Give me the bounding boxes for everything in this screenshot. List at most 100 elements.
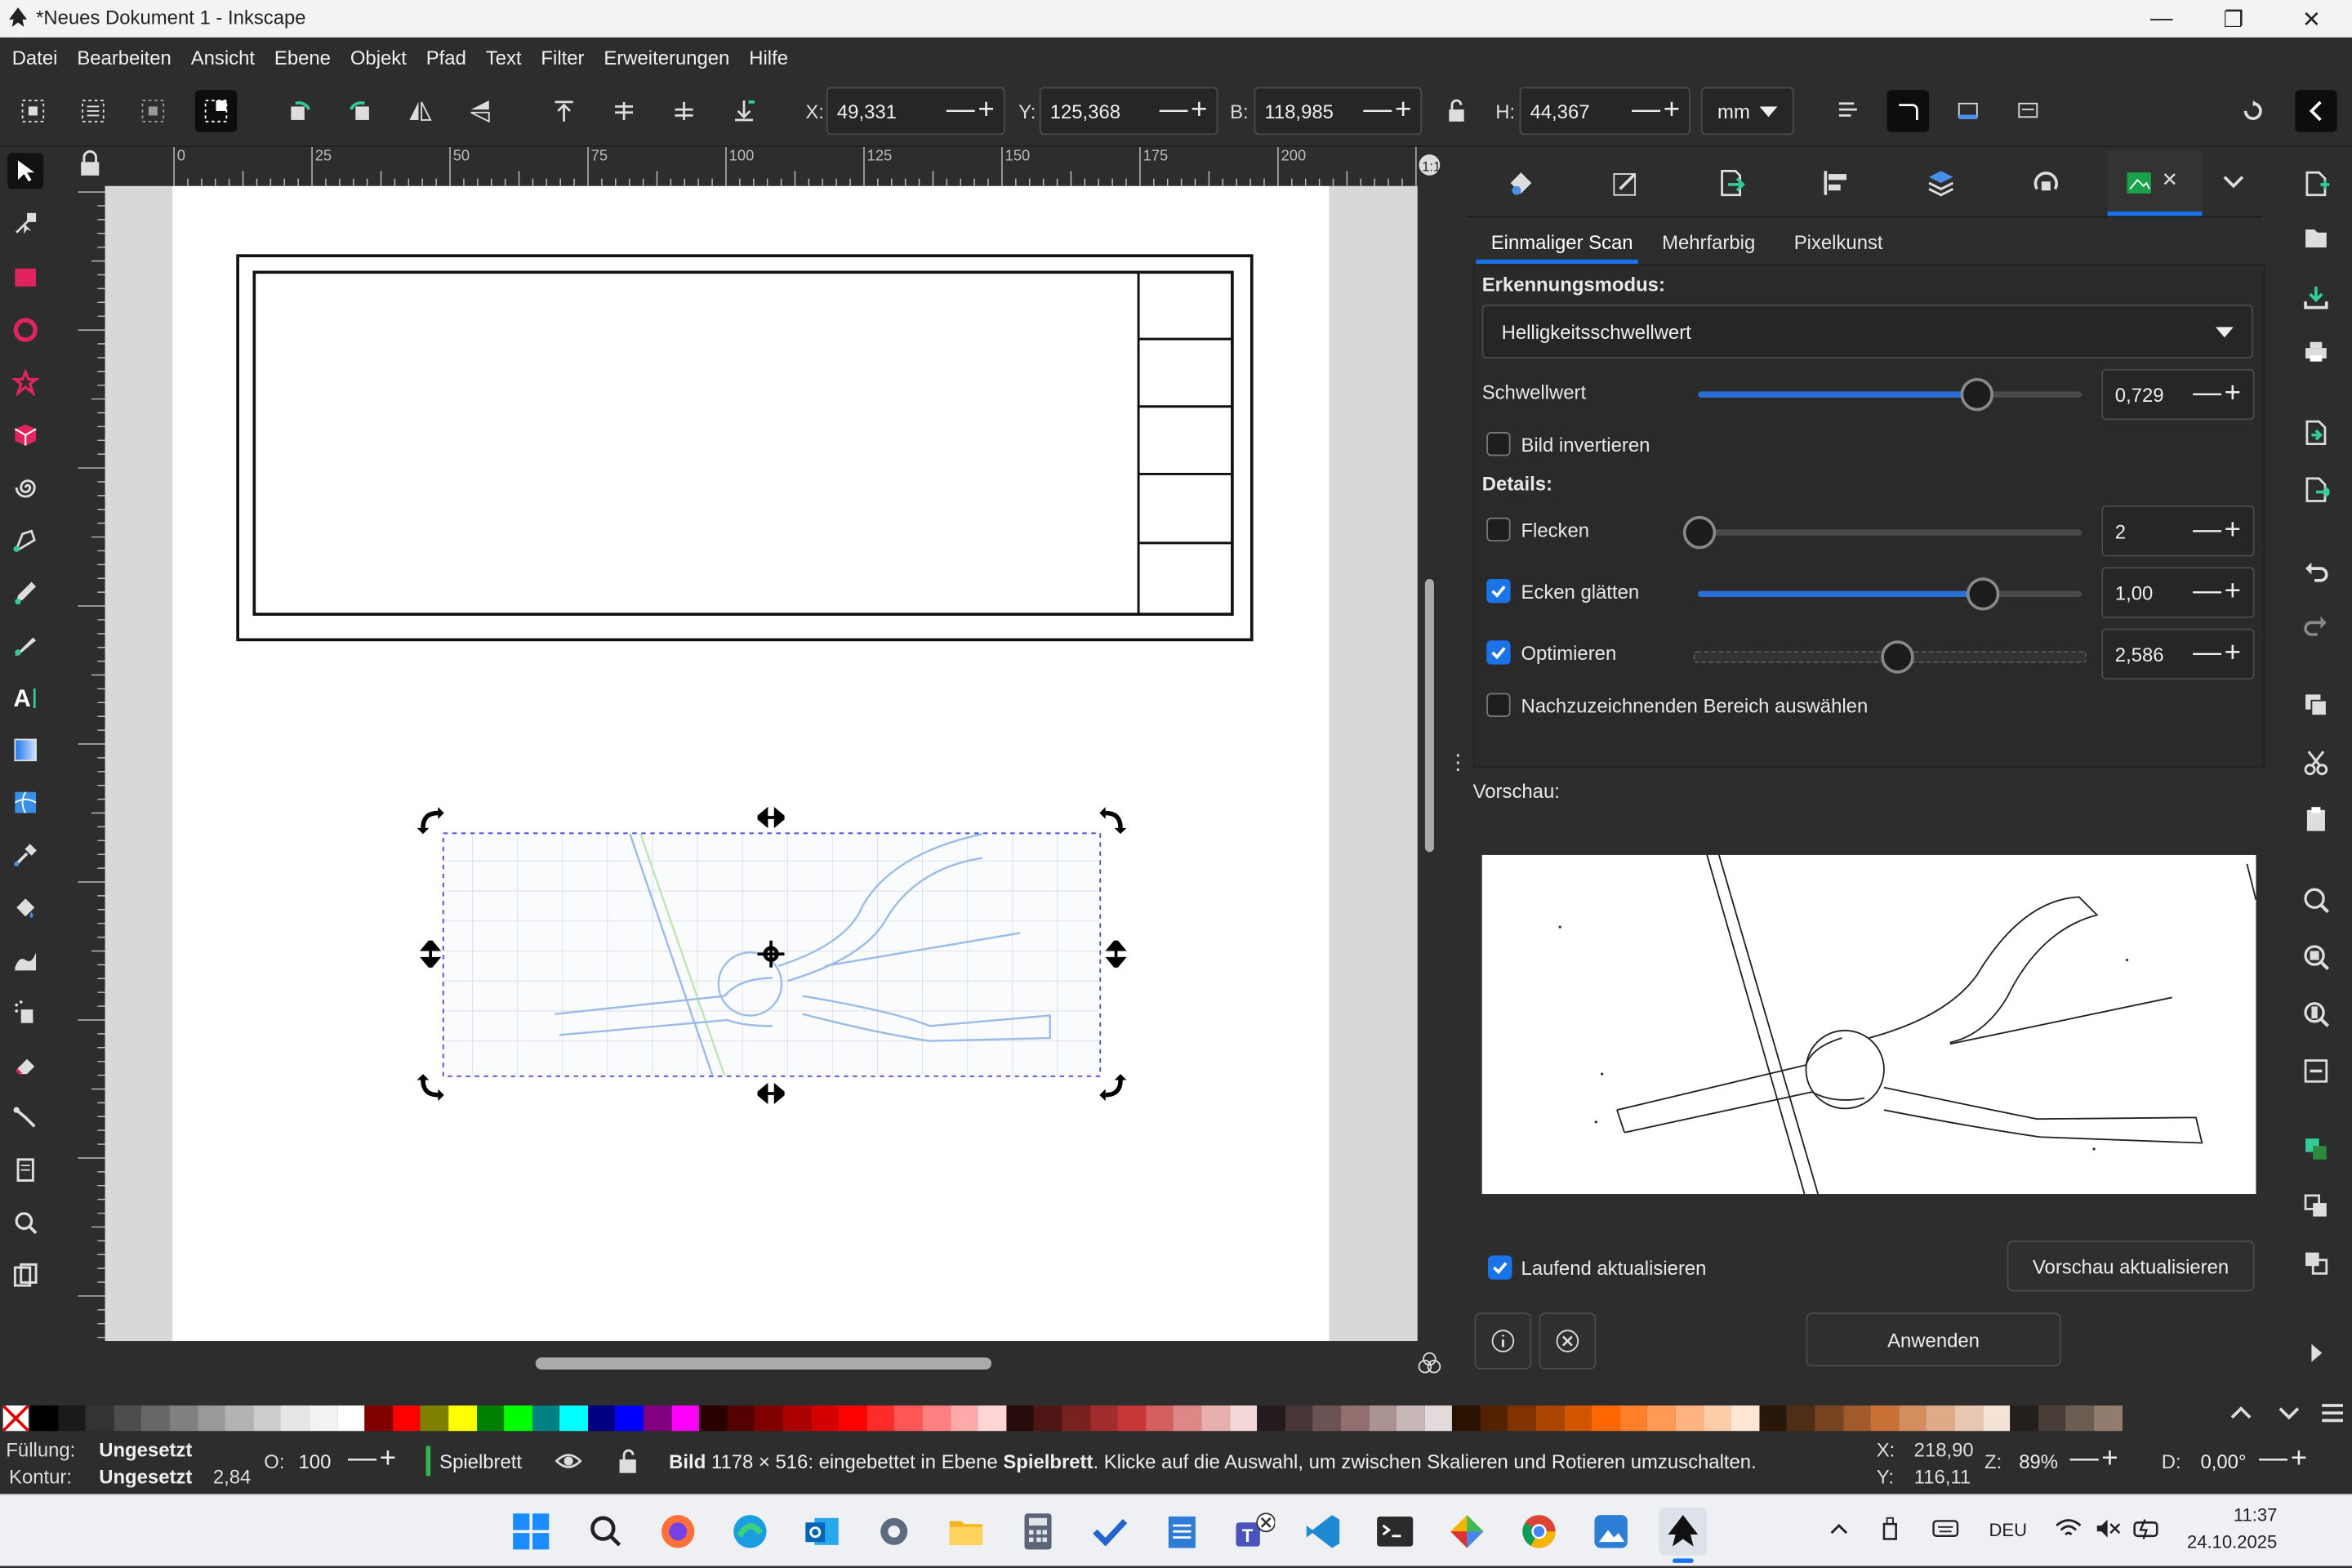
paint-bucket-tool-icon[interactable] xyxy=(7,889,43,925)
skew-handle-top-icon[interactable] xyxy=(757,807,785,828)
color-swatch[interactable] xyxy=(225,1405,253,1432)
export-tab-icon[interactable] xyxy=(1716,168,1746,198)
dock-grip-icon[interactable]: ⋮ xyxy=(1447,750,1468,775)
no-paint-swatch[interactable] xyxy=(2,1405,29,1432)
color-swatch[interactable] xyxy=(1759,1405,1788,1432)
tab-menu-chevron-icon[interactable] xyxy=(2221,171,2245,192)
zoom-selection-icon[interactable] xyxy=(2298,882,2334,918)
speckles-slider-knob[interactable] xyxy=(1682,515,1717,550)
vertical-scroll-thumb[interactable] xyxy=(1424,578,1434,853)
color-swatch[interactable] xyxy=(1145,1405,1174,1432)
scale-corners-icon[interactable] xyxy=(1886,90,1930,132)
battery-icon[interactable] xyxy=(2133,1517,2163,1540)
skew-handle-right-icon[interactable] xyxy=(1105,940,1127,968)
color-swatch[interactable] xyxy=(169,1405,198,1432)
menu-bearbeiten[interactable]: Bearbeiten xyxy=(65,38,179,69)
copy-icon[interactable] xyxy=(2298,687,2334,723)
text-tool-icon[interactable]: A xyxy=(7,679,43,715)
star-tool-icon[interactable] xyxy=(7,364,43,400)
pages-tool-icon[interactable] xyxy=(7,1152,43,1188)
color-swatch[interactable] xyxy=(894,1405,923,1432)
color-swatch[interactable] xyxy=(1312,1405,1341,1432)
color-swatch[interactable] xyxy=(1842,1405,1871,1432)
threshold-spinbox[interactable]: 0,729 —+ xyxy=(2101,368,2255,421)
color-swatch[interactable] xyxy=(114,1405,142,1432)
restore-button[interactable]: ❐ xyxy=(2199,0,2268,38)
tab-single-scan[interactable]: Einmaliger Scan xyxy=(1476,222,1638,265)
y-field[interactable]: 125,368 —+ xyxy=(1039,87,1218,136)
close-tab-icon[interactable]: ✕ xyxy=(2162,168,2178,192)
outlook-icon[interactable] xyxy=(798,1508,846,1556)
canvas[interactable] xyxy=(105,185,1418,1342)
calligraphy-tool-icon[interactable] xyxy=(7,627,43,663)
color-swatch[interactable] xyxy=(29,1405,58,1432)
color-swatch[interactable] xyxy=(2010,1405,2038,1432)
tweak-tool-icon[interactable] xyxy=(7,942,43,978)
trace-area-checkbox[interactable] xyxy=(1486,693,1511,717)
threshold-slider-knob[interactable] xyxy=(1960,377,1994,412)
color-swatch[interactable] xyxy=(810,1405,840,1432)
color-swatch[interactable] xyxy=(252,1405,282,1432)
lock-ratio-icon[interactable] xyxy=(1437,90,1479,131)
color-swatch[interactable] xyxy=(281,1405,310,1432)
color-swatch[interactable] xyxy=(1703,1405,1731,1432)
color-swatch[interactable] xyxy=(1201,1405,1230,1432)
color-swatch[interactable] xyxy=(559,1405,588,1432)
export-icon[interactable] xyxy=(2298,471,2334,507)
collapse-commands-icon[interactable] xyxy=(2295,90,2337,132)
info-button[interactable] xyxy=(1474,1312,1532,1370)
more-commands-icon[interactable] xyxy=(2298,1335,2334,1371)
optimize-slider[interactable] xyxy=(1693,640,2087,674)
color-swatch[interactable] xyxy=(644,1405,672,1432)
color-swatch[interactable] xyxy=(1787,1405,1815,1432)
color-swatch[interactable] xyxy=(392,1405,421,1432)
menu-erweiterungen[interactable]: Erweiterungen xyxy=(592,38,737,69)
color-swatch[interactable] xyxy=(922,1405,951,1432)
wifi-icon[interactable] xyxy=(2055,1517,2082,1540)
vscode-icon[interactable] xyxy=(1299,1508,1348,1556)
minimize-button[interactable]: — xyxy=(2127,0,2195,38)
color-swatch[interactable] xyxy=(1117,1405,1146,1432)
rotation-value[interactable]: 0,00° xyxy=(2200,1450,2246,1473)
paste-icon[interactable] xyxy=(2298,801,2334,837)
color-swatch[interactable] xyxy=(2093,1405,2123,1432)
color-swatch[interactable] xyxy=(420,1405,449,1432)
color-swatch[interactable] xyxy=(504,1405,532,1432)
color-swatch[interactable] xyxy=(2065,1405,2094,1432)
flip-vertical-icon[interactable] xyxy=(459,90,501,131)
print-icon[interactable] xyxy=(2298,333,2334,369)
zoom-corner-icon[interactable]: 1:1 xyxy=(1416,150,1443,180)
color-swatch[interactable] xyxy=(1731,1405,1760,1432)
color-swatch[interactable] xyxy=(1564,1405,1592,1432)
notepad-icon[interactable] xyxy=(1158,1508,1206,1556)
connector-tool-icon[interactable] xyxy=(7,1099,43,1135)
smooth-corners-spinbox[interactable]: 1,00 —+ xyxy=(2101,567,2255,618)
todo-icon[interactable] xyxy=(1086,1508,1134,1556)
node-tool-icon[interactable] xyxy=(7,206,43,242)
opacity-stepper[interactable]: —+ xyxy=(348,1443,399,1476)
teams-icon[interactable]: T xyxy=(1230,1508,1278,1556)
clone-icon[interactable] xyxy=(2298,1245,2334,1281)
color-swatch[interactable] xyxy=(1480,1405,1508,1432)
save-icon[interactable] xyxy=(2298,279,2334,315)
flip-horizontal-icon[interactable] xyxy=(399,90,441,131)
fill-value[interactable]: Ungesetzt xyxy=(99,1438,192,1461)
selector-tool-icon[interactable] xyxy=(7,153,44,189)
color-swatch[interactable] xyxy=(57,1405,87,1432)
color-swatch[interactable] xyxy=(1647,1405,1676,1432)
menu-ansicht[interactable]: Ansicht xyxy=(179,38,262,69)
update-preview-button[interactable]: Vorschau aktualisieren xyxy=(2007,1240,2255,1292)
color-swatch[interactable] xyxy=(587,1405,616,1432)
smooth-corners-checkbox[interactable] xyxy=(1486,578,1511,604)
photos-icon[interactable] xyxy=(1587,1508,1635,1556)
group-icon[interactable] xyxy=(2298,1131,2334,1167)
scale-stroke-icon[interactable] xyxy=(1827,90,1869,131)
layer-visibility-icon[interactable] xyxy=(555,1449,582,1472)
rotate-handle-sw-icon[interactable] xyxy=(416,1074,444,1102)
speckles-stepper[interactable]: —+ xyxy=(2193,514,2244,547)
invert-checkbox[interactable] xyxy=(1486,431,1511,457)
speckles-slider[interactable] xyxy=(1682,515,2082,550)
smooth-corners-slider-knob[interactable] xyxy=(1966,577,2000,611)
color-swatch[interactable] xyxy=(141,1405,170,1432)
color-swatch[interactable] xyxy=(1034,1405,1062,1432)
